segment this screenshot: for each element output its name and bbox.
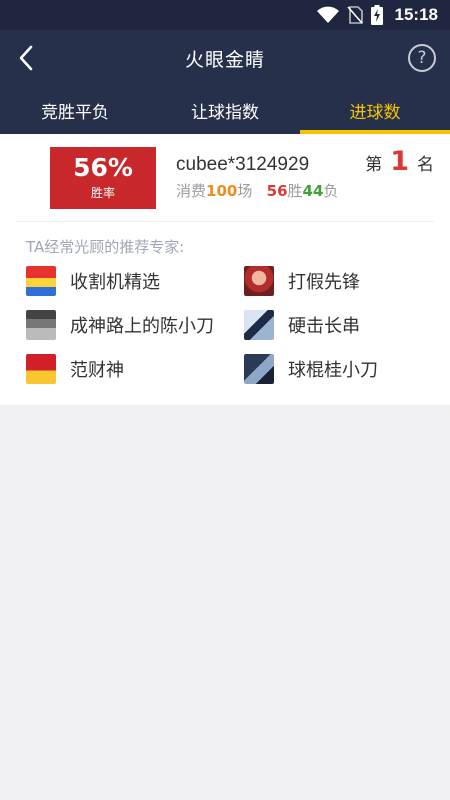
expert-name: 球棍桂小刀 (288, 360, 378, 381)
tab-handicap-index[interactable]: 让球指数 (150, 86, 300, 134)
username: cubee*3124929 (176, 154, 310, 175)
win-count: 56 (266, 182, 288, 200)
expert-item[interactable]: 硬击长串 (244, 309, 450, 341)
avatar (244, 310, 274, 340)
user-card: 56% 胜率 cubee*3124929 消费100场 56胜44负 第 1 名… (0, 134, 450, 405)
battery-charging-icon (370, 5, 383, 25)
question-mark-icon: ? (417, 48, 427, 68)
avatar (244, 354, 274, 384)
page-title: 火眼金睛 (184, 48, 265, 71)
experts-heading: TA经常光顾的推荐专家: (26, 238, 185, 256)
back-chevron-icon (19, 45, 33, 71)
expert-item[interactable]: 范财神 (26, 353, 244, 385)
tab-bar: 竞胜平负 让球指数 进球数 (0, 86, 450, 134)
consume-prefix: 消费 (176, 182, 207, 200)
tab-win-draw-loss[interactable]: 竞胜平负 (0, 86, 150, 134)
win-rate-value: 56% (73, 153, 133, 182)
expert-name: 硬击长串 (288, 316, 360, 337)
help-button[interactable]: ? (408, 44, 436, 72)
avatar (26, 310, 56, 340)
avatar (26, 354, 56, 384)
expert-name: 范财神 (70, 360, 124, 381)
expert-item[interactable]: 收割机精选 (26, 265, 244, 297)
loss-label: 负 (323, 182, 339, 200)
no-sim-icon (346, 6, 363, 24)
status-time: 15:18 (394, 5, 438, 24)
avatar (26, 266, 56, 296)
user-stats: 消费100场 56胜44负 (176, 180, 338, 201)
tab-goals[interactable]: 进球数 (300, 86, 450, 134)
rank-number: 1 (390, 146, 409, 177)
rank-suffix: 名 (417, 155, 434, 175)
experts-list: 收割机精选 打假先锋 成神路上的陈小刀 硬击长串 范财神 球棍桂小刀 (0, 265, 450, 399)
back-button[interactable] (8, 40, 44, 76)
expert-item[interactable]: 球棍桂小刀 (244, 353, 450, 385)
loss-count: 44 (302, 182, 324, 200)
rank-prefix: 第 (365, 155, 383, 175)
win-rate-badge: 56% 胜率 (50, 146, 156, 209)
rank-display: 第 1 名 (365, 146, 434, 177)
win-label: 胜 (287, 182, 303, 200)
app-bar: 火眼金睛 ? (0, 30, 450, 86)
wifi-icon (316, 6, 339, 24)
avatar (244, 266, 274, 296)
consume-suffix: 场 (237, 182, 253, 200)
user-info: cubee*3124929 消费100场 56胜44负 (176, 154, 338, 201)
expert-name: 成神路上的陈小刀 (70, 316, 214, 337)
status-bar: 15:18 (0, 0, 450, 30)
user-summary: 56% 胜率 cubee*3124929 消费100场 56胜44负 第 1 名 (16, 134, 434, 222)
consume-count: 100 (206, 182, 238, 200)
expert-name: 收割机精选 (70, 272, 160, 293)
expert-name: 打假先锋 (288, 272, 360, 293)
win-rate-label: 胜率 (90, 186, 115, 200)
expert-item[interactable]: 打假先锋 (244, 265, 450, 297)
expert-item[interactable]: 成神路上的陈小刀 (26, 309, 244, 341)
